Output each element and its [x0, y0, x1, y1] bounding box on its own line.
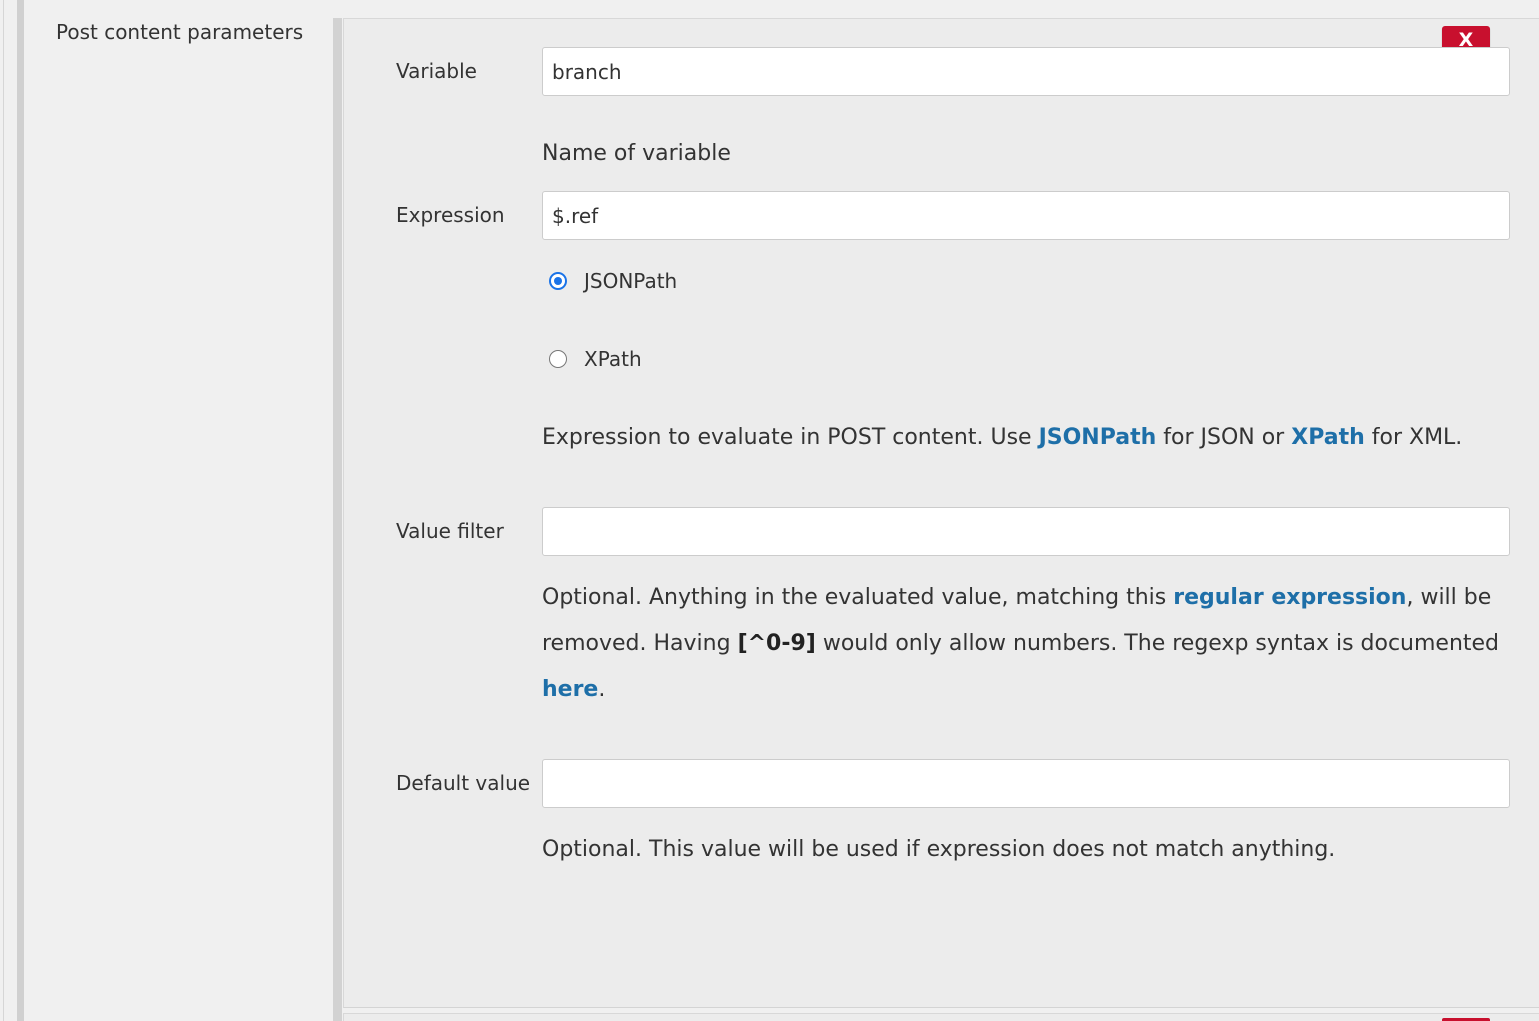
radio-jsonpath[interactable] — [549, 272, 567, 290]
default-value-input[interactable] — [542, 759, 1510, 808]
value-filter-help: Optional. Anything in the evaluated valu… — [542, 575, 1502, 713]
value-filter-help-part4: . — [598, 677, 606, 702]
default-value-label: Default value — [396, 771, 531, 795]
expression-help-suffix: for XML. — [1364, 425, 1463, 450]
radio-option-jsonpath[interactable]: JSONPath — [549, 269, 677, 293]
left-border — [3, 0, 4, 1021]
xpath-link[interactable]: XPath — [1291, 425, 1365, 450]
here-link[interactable]: here — [542, 677, 598, 702]
value-filter-input[interactable] — [542, 507, 1510, 556]
section-label: Post content parameters — [56, 20, 304, 44]
expression-input[interactable] — [542, 191, 1510, 240]
value-filter-help-part1: Optional. Anything in the evaluated valu… — [542, 585, 1174, 610]
radio-jsonpath-label: JSONPath — [584, 269, 678, 293]
variable-label: Variable — [396, 59, 477, 83]
jsonpath-link[interactable]: JSONPath — [1039, 425, 1157, 450]
value-filter-label: Value filter — [396, 519, 504, 543]
regular-expression-link[interactable]: regular expression — [1173, 585, 1406, 610]
value-filter-help-part3: would only allow numbers. The regexp syn… — [815, 631, 1500, 656]
drag-handle[interactable] — [333, 18, 342, 1021]
radio-xpath[interactable] — [549, 350, 567, 368]
regex-example: [^0-9] — [737, 631, 816, 656]
expression-help-middle: for JSON or — [1156, 425, 1292, 450]
left-bar — [17, 0, 24, 1021]
radio-option-xpath[interactable]: XPath — [549, 347, 642, 371]
variable-input[interactable] — [542, 47, 1510, 96]
variable-help: Name of variable — [542, 141, 731, 166]
expression-label: Expression — [396, 203, 505, 227]
next-parameter-panel — [343, 1013, 1539, 1021]
page: Post content parameters X Variable Name … — [0, 0, 1539, 1021]
default-value-help: Optional. This value will be used if exp… — [542, 837, 1336, 862]
expression-help: Expression to evaluate in POST content. … — [542, 415, 1502, 461]
radio-xpath-label: XPath — [584, 347, 642, 371]
expression-help-prefix: Expression to evaluate in POST content. … — [542, 425, 1039, 450]
